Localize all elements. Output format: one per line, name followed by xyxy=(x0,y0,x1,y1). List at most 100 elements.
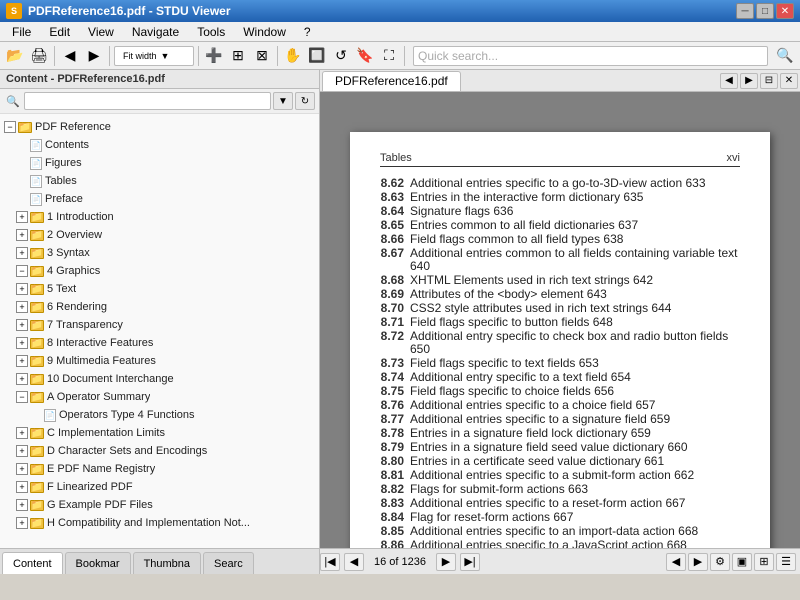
tree-search-icon[interactable]: 🔍 xyxy=(4,92,22,110)
last-page-button[interactable]: ▶| xyxy=(460,553,480,571)
expand-icon[interactable]: + xyxy=(16,247,28,259)
tree-item-5text[interactable]: + 📁 5 Text xyxy=(0,280,319,298)
tab-search[interactable]: Searc xyxy=(203,552,254,574)
menu-view[interactable]: View xyxy=(80,23,122,41)
menu-edit[interactable]: Edit xyxy=(41,23,78,41)
tree-item-9multimedia[interactable]: + 📁 9 Multimedia Features xyxy=(0,352,319,370)
tree-item-F[interactable]: + 📁 F Linearized PDF xyxy=(0,478,319,496)
quick-search-box[interactable]: Quick search... xyxy=(413,46,768,66)
tab-bookmark[interactable]: Bookmar xyxy=(65,552,131,574)
expand-icon[interactable]: + xyxy=(16,499,28,511)
prev-doc-button[interactable]: ◀ xyxy=(720,73,738,89)
next-doc-button[interactable]: ▶ xyxy=(740,73,758,89)
menu-window[interactable]: Window xyxy=(235,23,294,41)
rotate-button[interactable]: ↺ xyxy=(330,45,352,67)
item-label-figures: Figures xyxy=(45,157,82,169)
table-desc: Entries in a signature field lock dictio… xyxy=(410,427,740,440)
expand-icon[interactable]: + xyxy=(16,283,28,295)
expand-icon[interactable]: + xyxy=(16,211,28,223)
view-double-button[interactable]: ⊞ xyxy=(754,553,774,571)
search-options-button[interactable]: 🔍 xyxy=(774,45,796,67)
zoom-fit-button[interactable]: ⊞ xyxy=(227,45,249,67)
tree-item-H[interactable]: + 📁 H Compatibility and Implementation N… xyxy=(0,514,319,532)
expand-icon[interactable]: + xyxy=(16,427,28,439)
open-button[interactable]: 📂 xyxy=(4,45,26,67)
zoom-out-button[interactable]: ➕ xyxy=(203,45,225,67)
select-tool-button[interactable]: 🔲 xyxy=(306,45,328,67)
window-controls: ─ □ ✕ xyxy=(736,3,794,19)
expand-icon[interactable]: − xyxy=(16,265,28,277)
restore-panel-button[interactable]: ⊟ xyxy=(760,73,778,89)
expand-icon[interactable]: + xyxy=(16,301,28,313)
menu-navigate[interactable]: Navigate xyxy=(124,23,187,41)
tree-item-G[interactable]: + 📁 G Example PDF Files xyxy=(0,496,319,514)
folder-icon: 📁 xyxy=(30,374,44,385)
next-page-button[interactable]: ▶ xyxy=(83,45,105,67)
expand-icon[interactable]: + xyxy=(16,229,28,241)
menu-help[interactable]: ? xyxy=(296,23,319,41)
item-label-9multimedia: 9 Multimedia Features xyxy=(47,355,156,367)
tree-item-2overview[interactable]: + 📁 2 Overview xyxy=(0,226,319,244)
tree-root[interactable]: − 📁 PDF Reference xyxy=(0,118,319,136)
tree-item-preface[interactable]: 📄 Preface xyxy=(0,190,319,208)
tree-item-contents[interactable]: 📄 Contents xyxy=(0,136,319,154)
tree-item-3syntax[interactable]: + 📁 3 Syntax xyxy=(0,244,319,262)
prev-page-button[interactable]: ◀ xyxy=(59,45,81,67)
bookmark-button[interactable]: 🔖 xyxy=(354,45,376,67)
settings-button[interactable]: ⚙ xyxy=(710,553,730,571)
next-mark-button[interactable]: ▶ xyxy=(688,553,708,571)
table-row: 8.75Field flags specific to choice field… xyxy=(380,385,740,398)
first-page-button[interactable]: |◀ xyxy=(320,553,340,571)
toolbar-separator-4 xyxy=(277,46,278,66)
expand-icon[interactable]: + xyxy=(16,373,28,385)
tree-item-C[interactable]: + 📁 C Implementation Limits xyxy=(0,424,319,442)
doc-scroll[interactable]: Tables xvi 8.62Additional entries specif… xyxy=(320,122,800,548)
tree-item-6rendering[interactable]: + 📁 6 Rendering xyxy=(0,298,319,316)
close-button[interactable]: ✕ xyxy=(776,3,794,19)
maximize-button[interactable]: □ xyxy=(756,3,774,19)
refresh-button[interactable]: ↻ xyxy=(295,92,315,110)
expand-icon[interactable]: + xyxy=(16,517,28,529)
expand-icon[interactable]: + xyxy=(16,319,28,331)
minimize-button[interactable]: ─ xyxy=(736,3,754,19)
expand-icon[interactable]: − xyxy=(16,391,28,403)
tab-thumbnail[interactable]: Thumbna xyxy=(133,552,201,574)
doc-tab-main[interactable]: PDFReference16.pdf xyxy=(322,71,461,91)
table-desc: Additional entries specific to a go-to-3… xyxy=(410,177,740,190)
tree-item-tables[interactable]: 📄 Tables xyxy=(0,172,319,190)
close-doc-button[interactable]: ✕ xyxy=(780,73,798,89)
view-single-button[interactable]: ▣ xyxy=(732,553,752,571)
tree-item-1intro[interactable]: + 📁 1 Introduction xyxy=(0,208,319,226)
tree-item-A[interactable]: − 📁 A Operator Summary xyxy=(0,388,319,406)
hand-tool-button[interactable]: ✋ xyxy=(282,45,304,67)
fit-mode-dropdown[interactable]: Fit width ▼ xyxy=(114,46,194,66)
tree-item-figures[interactable]: 📄 Figures xyxy=(0,154,319,172)
tab-content[interactable]: Content xyxy=(2,552,63,574)
tree-item-7transparency[interactable]: + 📁 7 Transparency xyxy=(0,316,319,334)
expand-icon[interactable]: + xyxy=(16,445,28,457)
tree-search-options[interactable]: ▼ xyxy=(273,92,293,110)
prev-mark-button[interactable]: ◀ xyxy=(666,553,686,571)
tree-item-D[interactable]: + 📁 D Character Sets and Encodings xyxy=(0,442,319,460)
tree-item-8interactive[interactable]: + 📁 8 Interactive Features xyxy=(0,334,319,352)
zoom-in-button[interactable]: ⊠ xyxy=(251,45,273,67)
print-button[interactable]: 🖨 xyxy=(28,45,50,67)
expand-icon[interactable]: + xyxy=(16,355,28,367)
tree-item-10docinterchange[interactable]: + 📁 10 Document Interchange xyxy=(0,370,319,388)
tree-item-E[interactable]: + 📁 E PDF Name Registry xyxy=(0,460,319,478)
expand-icon[interactable]: + xyxy=(16,481,28,493)
fullscreen-button[interactable]: ⛶ xyxy=(378,45,400,67)
tree-search-input[interactable] xyxy=(24,92,271,110)
next-page-nav-button[interactable]: ▶ xyxy=(436,553,456,571)
view-scroll-button[interactable]: ☰ xyxy=(776,553,796,571)
menu-tools[interactable]: Tools xyxy=(189,23,233,41)
tree-item-B-sub[interactable]: 📄 Operators Type 4 Functions xyxy=(0,406,319,424)
tree-item-4graphics[interactable]: − 📁 4 Graphics xyxy=(0,262,319,280)
root-expand-icon[interactable]: − xyxy=(4,121,16,133)
menu-file[interactable]: File xyxy=(4,23,39,41)
expand-icon[interactable]: + xyxy=(16,463,28,475)
folder-icon: 📁 xyxy=(30,464,44,475)
prev-page-button[interactable]: ◀ xyxy=(344,553,364,571)
item-label-preface: Preface xyxy=(45,193,83,205)
expand-icon[interactable]: + xyxy=(16,337,28,349)
